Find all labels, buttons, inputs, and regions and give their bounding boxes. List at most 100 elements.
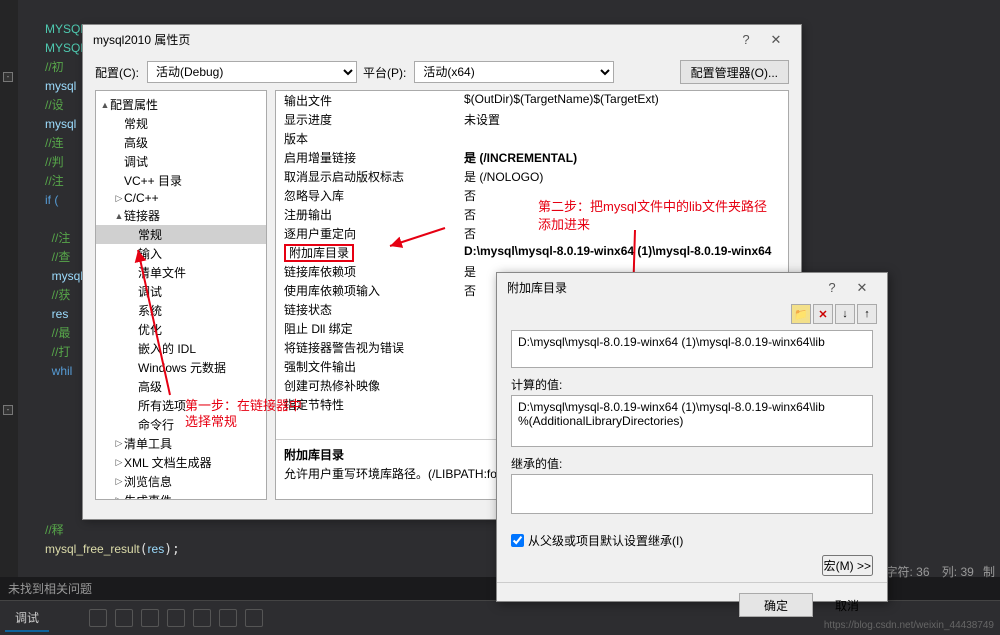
- tree-node[interactable]: 常规: [96, 114, 266, 133]
- debug-icon[interactable]: [219, 609, 237, 627]
- tree-node[interactable]: 高级: [96, 377, 266, 396]
- platform-select[interactable]: 活动(x64): [414, 61, 614, 83]
- additional-lib-dialog: 附加库目录 ? ✕ 📁 ✕ ↓ ↑ D:\mysql\mysql-8.0.19-…: [496, 272, 888, 602]
- tree-node[interactable]: 系统: [96, 301, 266, 320]
- tree-node[interactable]: ▷清单工具: [96, 434, 266, 453]
- config-label: 配置(C):: [95, 64, 139, 81]
- tree-node[interactable]: ▷浏览信息: [96, 472, 266, 491]
- inherit-checkbox[interactable]: [511, 534, 524, 547]
- close-icon[interactable]: ✕: [847, 280, 877, 296]
- close-icon[interactable]: ✕: [761, 32, 791, 48]
- move-down-icon[interactable]: ↓: [835, 304, 855, 324]
- tree-node[interactable]: 嵌入的 IDL: [96, 339, 266, 358]
- property-key: 取消显示启动版权标志: [284, 168, 464, 185]
- debug-tab[interactable]: 调试: [5, 605, 49, 632]
- calc-box: D:\mysql\mysql-8.0.19-winx64 (1)\mysql-8…: [511, 395, 873, 447]
- property-value: 未设置: [464, 111, 780, 128]
- property-value: $(OutDir)$(TargetName)$(TargetExt): [464, 92, 780, 109]
- property-key: 链接库依赖项: [284, 263, 464, 280]
- watermark: https://blog.csdn.net/weixin_44438749: [824, 620, 994, 631]
- property-value: D:\mysql\mysql-8.0.19-winx64 (1)\mysql-8…: [464, 244, 780, 261]
- tree-node[interactable]: 高级: [96, 133, 266, 152]
- tree-label: Windows 元数据: [138, 359, 226, 376]
- property-key: 输出文件: [284, 92, 464, 109]
- tree-node[interactable]: VC++ 目录: [96, 171, 266, 190]
- status-mode: 制: [983, 565, 995, 579]
- tree-node[interactable]: 调试: [96, 282, 266, 301]
- tree-node[interactable]: ▲链接器: [96, 206, 266, 225]
- debug-icon[interactable]: [167, 609, 185, 627]
- property-key: 忽略导入库: [284, 187, 464, 204]
- tree-node[interactable]: 优化: [96, 320, 266, 339]
- new-folder-icon[interactable]: 📁: [791, 304, 811, 324]
- property-key: 创建可热修补映像: [284, 377, 464, 394]
- property-value: [464, 130, 780, 147]
- property-value: 否: [464, 225, 780, 242]
- dialog-title: mysql2010 属性页: [93, 31, 731, 48]
- inherit-checkbox-row[interactable]: 从父级或项目默认设置继承(I): [511, 532, 873, 549]
- tree-label: XML 文档生成器: [124, 454, 212, 471]
- path-input[interactable]: D:\mysql\mysql-8.0.19-winx64 (1)\mysql-8…: [511, 330, 873, 368]
- tree-label: 调试: [138, 283, 162, 300]
- status-message: 未找到相关问题: [8, 580, 92, 597]
- property-row[interactable]: 取消显示启动版权标志是 (/NOLOGO): [276, 167, 788, 186]
- subdialog-titlebar: 附加库目录 ? ✕: [497, 273, 887, 302]
- property-row[interactable]: 输出文件$(OutDir)$(TargetName)$(TargetExt): [276, 91, 788, 110]
- debug-icon[interactable]: [245, 609, 263, 627]
- tree-label: 清单文件: [138, 264, 186, 281]
- tree-label: 浏览信息: [124, 473, 172, 490]
- ok-button[interactable]: 确定: [739, 593, 813, 617]
- debug-icon[interactable]: [193, 609, 211, 627]
- property-row[interactable]: 附加库目录D:\mysql\mysql-8.0.19-winx64 (1)\my…: [276, 243, 788, 262]
- tree-node[interactable]: 常规: [96, 225, 266, 244]
- tree-label: 优化: [138, 321, 162, 338]
- tree-label: VC++ 目录: [124, 172, 182, 189]
- tree-node[interactable]: 输入: [96, 244, 266, 263]
- path-value: D:\mysql\mysql-8.0.19-winx64 (1)\mysql-8…: [518, 335, 825, 349]
- tree-label: 常规: [138, 226, 162, 243]
- property-value: 是 (/INCREMENTAL): [464, 149, 780, 166]
- move-up-icon[interactable]: ↑: [857, 304, 877, 324]
- delete-icon[interactable]: ✕: [813, 304, 833, 324]
- config-select[interactable]: 活动(Debug): [147, 61, 357, 83]
- property-row[interactable]: 版本: [276, 129, 788, 148]
- property-key: 使用库依赖项输入: [284, 282, 464, 299]
- help-icon[interactable]: ?: [817, 280, 847, 295]
- fold-icon[interactable]: -: [3, 405, 13, 415]
- dialog-titlebar: mysql2010 属性页 ? ✕: [83, 25, 801, 54]
- property-key: 注册输出: [284, 206, 464, 223]
- help-icon[interactable]: ?: [731, 32, 761, 47]
- tree-node[interactable]: ▷C/C++: [96, 190, 266, 206]
- cancel-button[interactable]: 取消: [821, 593, 873, 617]
- tree-node[interactable]: 清单文件: [96, 263, 266, 282]
- tree-node[interactable]: 调试: [96, 152, 266, 171]
- property-row[interactable]: 逐用户重定向否: [276, 224, 788, 243]
- tree-label: 配置属性: [110, 96, 158, 113]
- macro-button[interactable]: 宏(M) >>: [822, 555, 873, 576]
- tree-label: 高级: [124, 134, 148, 151]
- property-value: 是 (/NOLOGO): [464, 168, 780, 185]
- status-chars: 字符: 36: [886, 565, 930, 579]
- tree-label: 命令行: [138, 416, 174, 433]
- property-tree[interactable]: ▲配置属性常规高级调试VC++ 目录▷C/C++▲链接器常规输入清单文件调试系统…: [95, 90, 267, 500]
- status-right: 字符: 36 列: 39 制: [886, 563, 995, 580]
- config-manager-button[interactable]: 配置管理器(O)...: [680, 60, 789, 84]
- debug-icon[interactable]: [115, 609, 133, 627]
- tree-node[interactable]: ▷生成事件: [96, 491, 266, 500]
- property-row[interactable]: 启用增量链接是 (/INCREMENTAL): [276, 148, 788, 167]
- tree-node[interactable]: ▲配置属性: [96, 95, 266, 114]
- property-key: 版本: [284, 130, 464, 147]
- property-key: 链接状态: [284, 301, 464, 318]
- tree-label: 常规: [124, 115, 148, 132]
- fold-icon[interactable]: -: [3, 72, 13, 82]
- annotation-step2a: 第二步：把mysql文件中的lib文件夹路径: [538, 196, 767, 215]
- platform-label: 平台(P):: [363, 64, 406, 81]
- tree-label: 清单工具: [124, 435, 172, 452]
- debug-icon[interactable]: [141, 609, 159, 627]
- tree-node[interactable]: Windows 元数据: [96, 358, 266, 377]
- inherit-box: [511, 474, 873, 514]
- property-row[interactable]: 显示进度未设置: [276, 110, 788, 129]
- tree-node[interactable]: ▷XML 文档生成器: [96, 453, 266, 472]
- property-key: 阻止 Dll 绑定: [284, 320, 464, 337]
- debug-icon[interactable]: [89, 609, 107, 627]
